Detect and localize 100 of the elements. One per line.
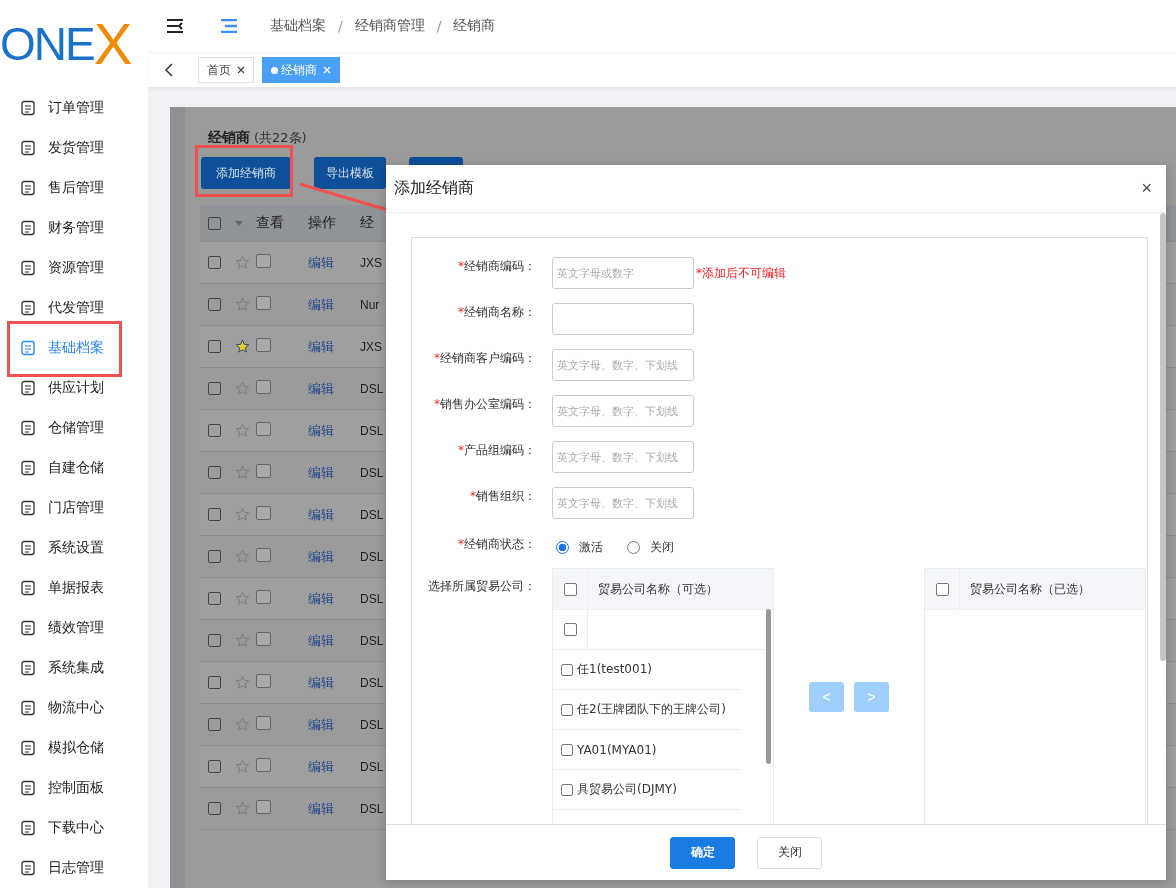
dropdown-icon[interactable] xyxy=(256,380,271,394)
input-field[interactable]: 英文字母、数字、下划线 xyxy=(552,487,694,519)
input-field[interactable]: 英文字母、数字、下划线 xyxy=(552,441,694,473)
star-icon[interactable] xyxy=(235,381,250,396)
checkbox[interactable] xyxy=(208,676,221,689)
menu-icon[interactable] xyxy=(166,19,184,33)
dropdown-icon[interactable] xyxy=(256,296,271,310)
star-icon[interactable] xyxy=(235,717,250,732)
sidebar-item[interactable]: 代发管理 xyxy=(0,288,148,328)
star-icon[interactable] xyxy=(235,759,250,774)
star-icon[interactable] xyxy=(235,801,250,816)
input-field[interactable] xyxy=(552,303,694,335)
sidebar-item[interactable]: 售后管理 xyxy=(0,168,148,208)
sidebar-item[interactable]: 供应计划 xyxy=(0,368,148,408)
star-icon[interactable] xyxy=(235,591,250,606)
dropdown-icon[interactable] xyxy=(256,422,271,436)
toolbar-button[interactable]: 导出模板 xyxy=(314,157,386,189)
sidebar-item[interactable]: 控制面板 xyxy=(0,768,148,808)
sidebar-item[interactable]: 下载中心 xyxy=(0,808,148,848)
checkbox[interactable] xyxy=(208,550,221,563)
sidebar-item[interactable]: 单据报表 xyxy=(0,568,148,608)
sidebar-item[interactable]: 仓储管理 xyxy=(0,408,148,448)
checkbox[interactable] xyxy=(563,623,577,636)
checkbox[interactable] xyxy=(561,783,573,796)
star-icon[interactable] xyxy=(235,465,250,480)
radio-label[interactable]: 激活 xyxy=(579,538,603,556)
edit-link[interactable]: 编辑 xyxy=(308,254,334,270)
checkbox[interactable] xyxy=(208,802,221,815)
star-icon[interactable] xyxy=(235,633,250,648)
sidebar-item[interactable]: 门店管理 xyxy=(0,488,148,528)
checkbox[interactable] xyxy=(208,466,221,479)
star-icon[interactable] xyxy=(235,423,250,438)
breadcrumb-item[interactable]: 经销商 xyxy=(453,17,496,35)
close-icon[interactable] xyxy=(237,66,245,74)
dropdown-icon[interactable] xyxy=(256,800,271,814)
edit-link[interactable]: 编辑 xyxy=(308,422,334,438)
edit-link[interactable]: 编辑 xyxy=(308,674,334,690)
checkbox[interactable] xyxy=(561,703,573,716)
checkbox[interactable] xyxy=(935,582,949,596)
sidebar-item[interactable]: 资源管理 xyxy=(0,248,148,288)
dropdown-icon[interactable] xyxy=(256,548,271,562)
radio-button[interactable] xyxy=(556,540,569,554)
edit-link[interactable]: 编辑 xyxy=(308,590,334,606)
checkbox[interactable] xyxy=(208,592,221,605)
star-icon[interactable] xyxy=(235,255,250,270)
input-field[interactable]: 英文字母或数字 xyxy=(552,257,694,289)
dropdown-icon[interactable] xyxy=(256,674,271,688)
star-icon[interactable] xyxy=(235,339,250,354)
caret-icon[interactable] xyxy=(235,220,243,226)
sidebar-item[interactable]: 物流中心 xyxy=(0,688,148,728)
checkbox[interactable] xyxy=(561,743,573,756)
checkbox[interactable] xyxy=(208,634,221,647)
scrollbar[interactable] xyxy=(766,609,771,764)
checkbox[interactable] xyxy=(208,256,221,269)
sidebar-item[interactable]: 财务管理 xyxy=(0,208,148,248)
dialog-button[interactable]: 确定 xyxy=(670,836,735,869)
breadcrumb-item[interactable]: 经销商管理 xyxy=(354,17,425,35)
edit-link[interactable]: 编辑 xyxy=(308,506,334,522)
dropdown-icon[interactable] xyxy=(256,506,271,520)
star-icon[interactable] xyxy=(235,675,250,690)
indent-icon[interactable] xyxy=(220,19,238,33)
sidebar-item[interactable]: 基础档案 xyxy=(0,328,148,368)
checkbox[interactable] xyxy=(208,424,221,437)
dialog-button[interactable]: 关闭 xyxy=(757,836,822,869)
checkbox[interactable] xyxy=(208,340,221,353)
sidebar-item[interactable]: 系统设置 xyxy=(0,528,148,568)
close-button[interactable]: × xyxy=(1137,178,1156,199)
checkbox[interactable] xyxy=(208,508,221,521)
dropdown-icon[interactable] xyxy=(256,632,271,646)
back-icon[interactable] xyxy=(164,63,174,77)
scrollbar[interactable] xyxy=(1160,213,1166,661)
sidebar-item[interactable]: 订单管理 xyxy=(0,88,148,128)
radio-label[interactable]: 关闭 xyxy=(650,538,674,556)
checkbox[interactable] xyxy=(208,298,221,311)
sidebar-item[interactable]: 系统集成 xyxy=(0,648,148,688)
input-field[interactable]: 英文字母、数字、下划线 xyxy=(552,395,694,427)
edit-link[interactable]: 编辑 xyxy=(308,338,334,354)
dropdown-icon[interactable] xyxy=(256,590,271,604)
checkbox[interactable] xyxy=(208,216,221,230)
dropdown-icon[interactable] xyxy=(256,338,271,352)
checkbox[interactable] xyxy=(563,582,577,596)
checkbox[interactable] xyxy=(208,760,221,773)
sidebar-item[interactable]: 绩效管理 xyxy=(0,608,148,648)
checkbox[interactable] xyxy=(561,663,573,676)
sidebar-item[interactable]: 自建仓储 xyxy=(0,448,148,488)
breadcrumb-item[interactable]: 基础档案 xyxy=(270,17,326,35)
edit-link[interactable]: 编辑 xyxy=(308,758,334,774)
sidebar-item[interactable]: 模拟仓储 xyxy=(0,728,148,768)
star-icon[interactable] xyxy=(235,549,250,564)
star-icon[interactable] xyxy=(235,297,250,312)
checkbox[interactable] xyxy=(208,718,221,731)
star-icon[interactable] xyxy=(235,507,250,522)
dropdown-icon[interactable] xyxy=(256,464,271,478)
sidebar-item[interactable]: 发货管理 xyxy=(0,128,148,168)
dropdown-icon[interactable] xyxy=(256,758,271,772)
input-field[interactable]: 英文字母、数字、下划线 xyxy=(552,349,694,381)
dropdown-icon[interactable] xyxy=(256,254,271,268)
sidebar-item[interactable]: 日志管理 xyxy=(0,848,148,888)
page-tab[interactable]: 首页 xyxy=(198,57,254,83)
toolbar-button[interactable]: 添加经销商 xyxy=(201,157,291,189)
